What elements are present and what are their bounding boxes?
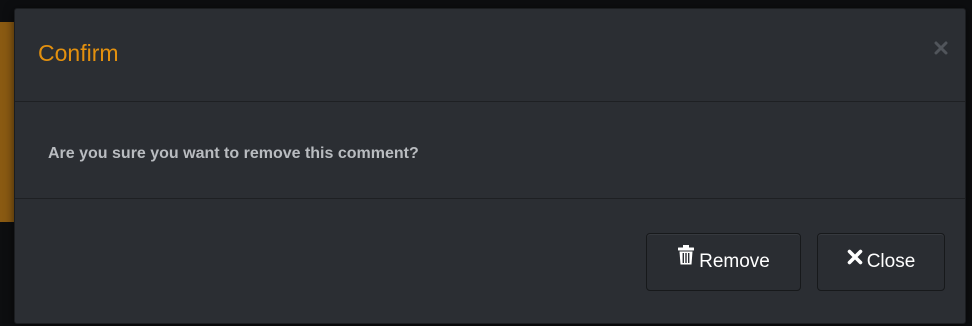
confirm-message: Are you sure you want to remove this com… [48, 145, 419, 162]
remove-button-label: Remove [699, 251, 770, 272]
dialog-body: Are you sure you want to remove this com… [15, 102, 965, 199]
trash-icon [677, 232, 695, 288]
dialog-header: Confirm [15, 9, 965, 102]
close-button-label: Close [866, 251, 916, 272]
close-button[interactable]: Close [817, 233, 945, 291]
close-x-glyph [934, 41, 948, 55]
remove-button[interactable]: Remove [646, 233, 801, 291]
background-accent-strip [0, 22, 14, 222]
times-icon [847, 232, 863, 288]
close-x-icon[interactable] [931, 39, 951, 59]
dialog-title: Confirm [38, 40, 119, 66]
confirm-dialog: Confirm Are you sure you want to remove … [14, 8, 966, 324]
dialog-footer: Remove Close [15, 199, 965, 323]
